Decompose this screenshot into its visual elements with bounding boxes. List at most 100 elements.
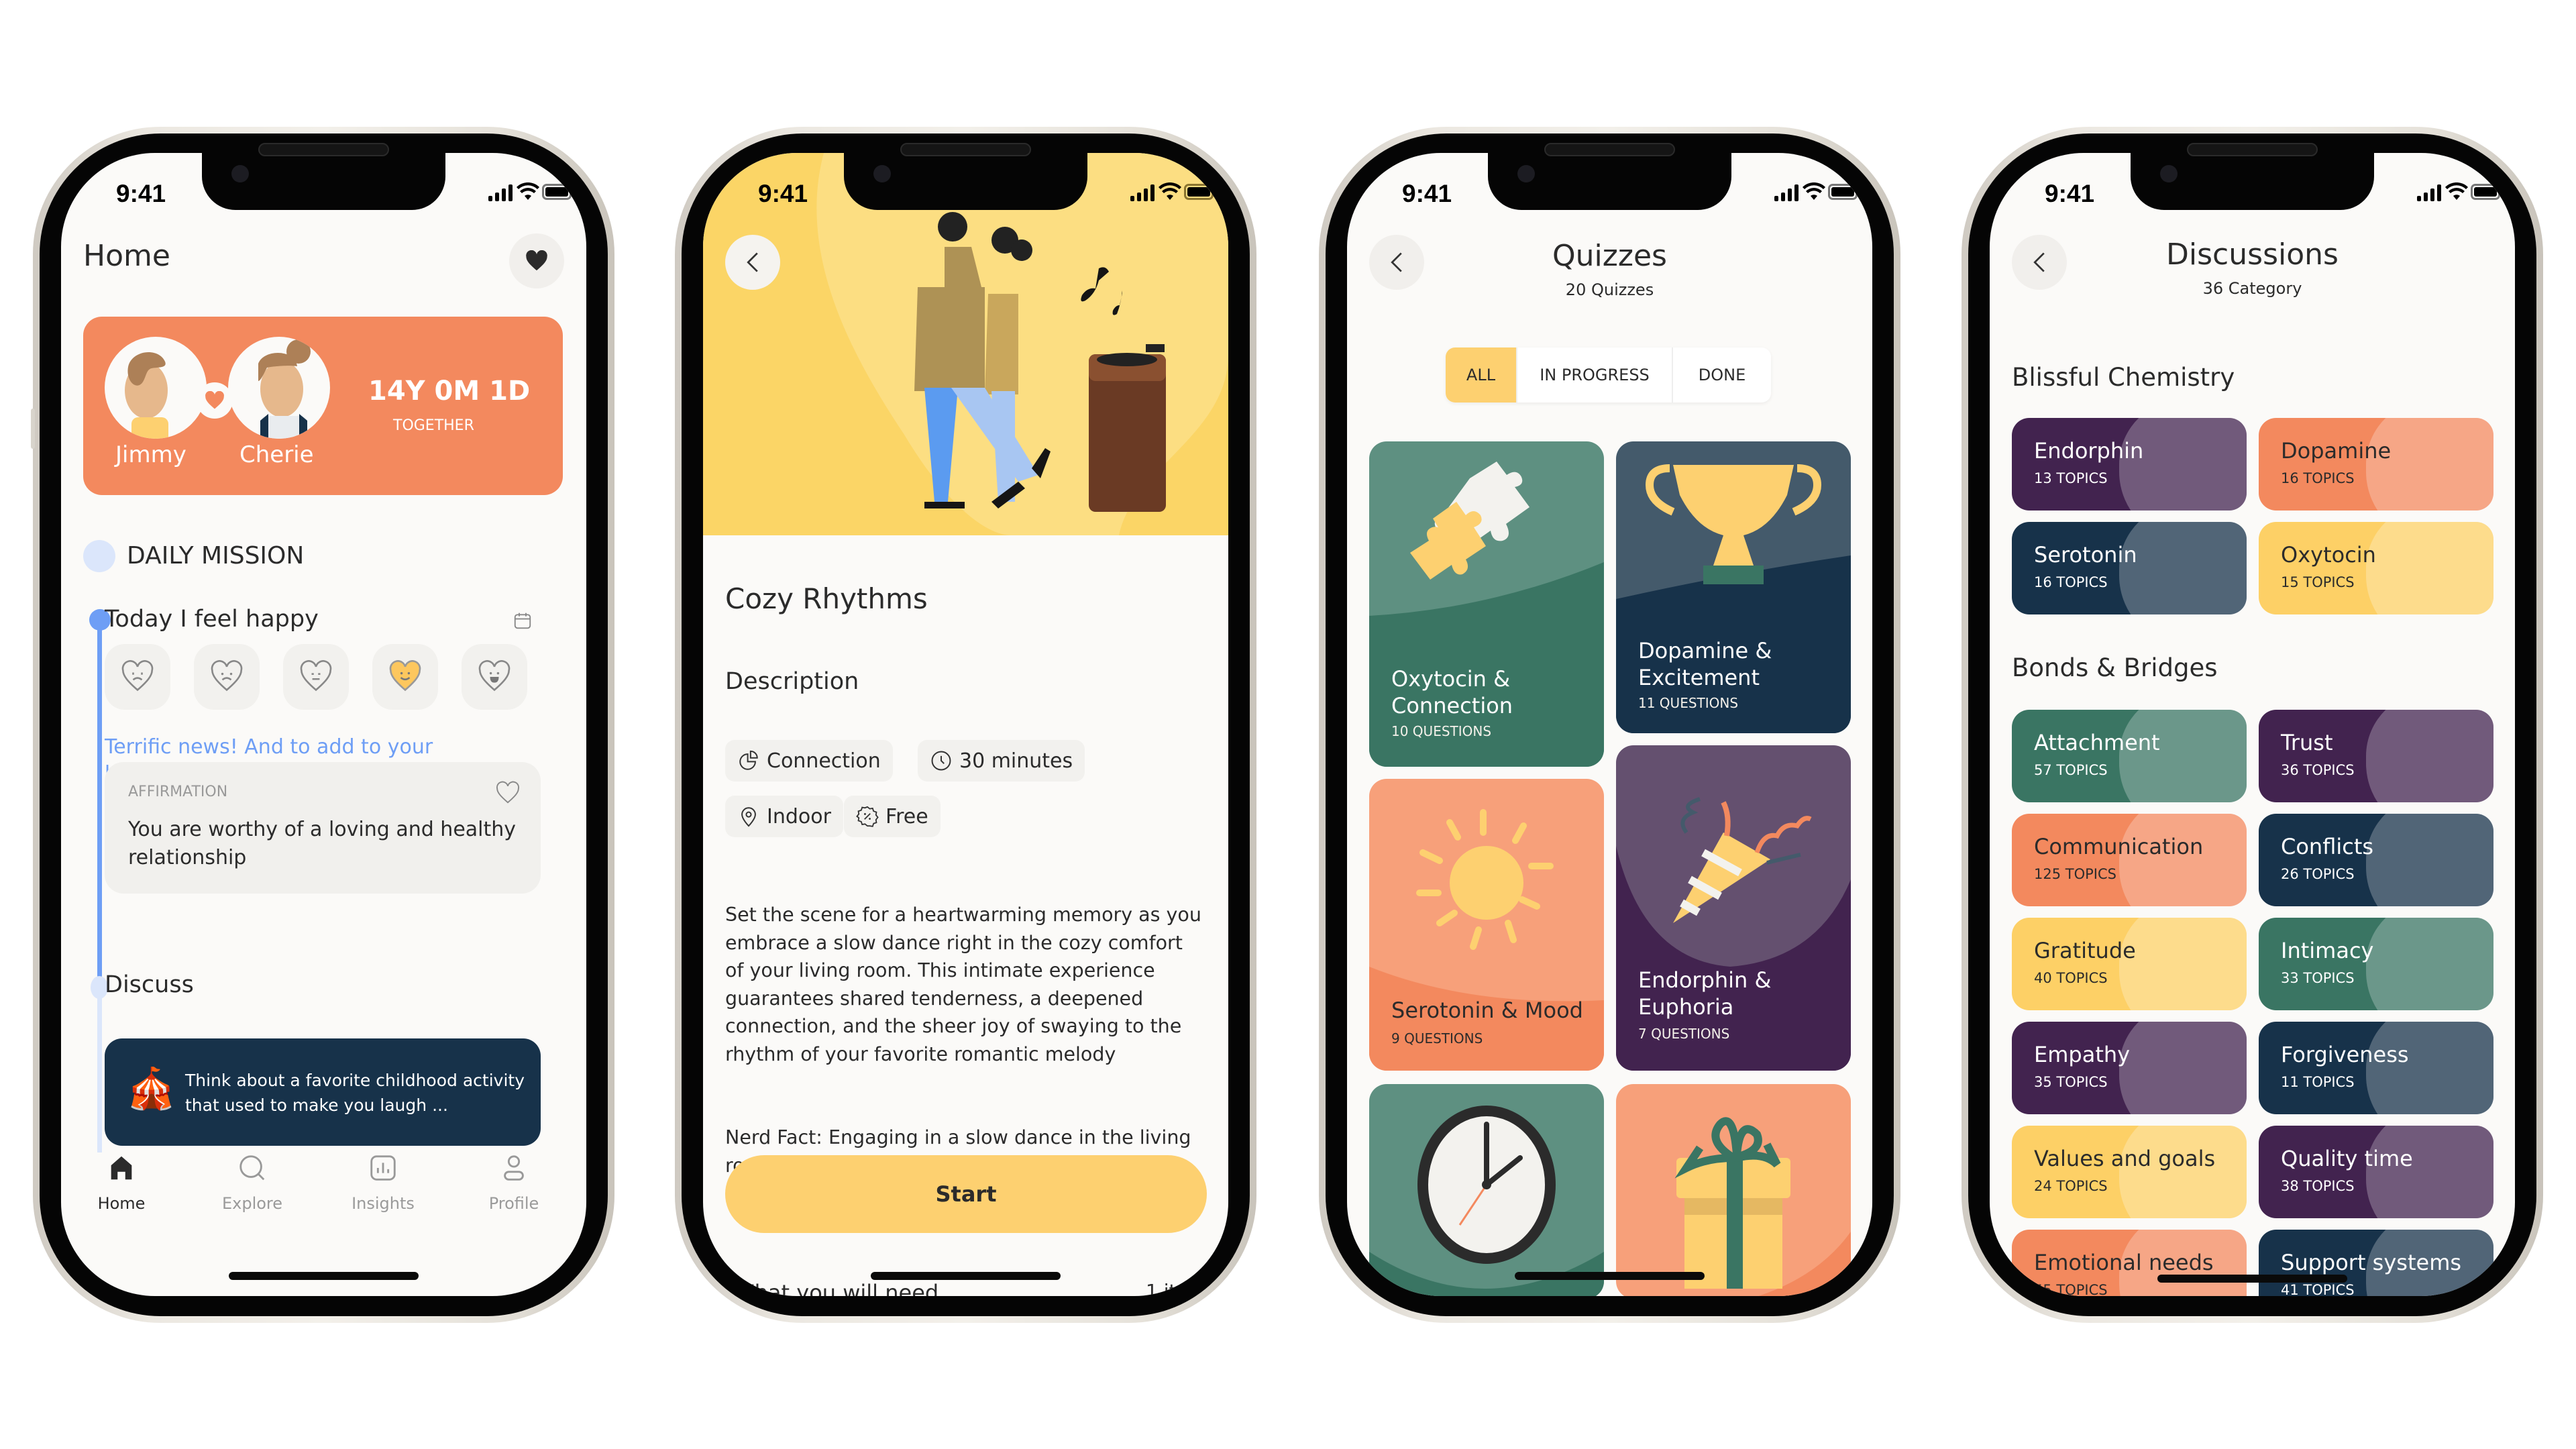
- mood-title: Today I feel happy: [105, 606, 319, 633]
- calendar-icon[interactable]: [513, 610, 533, 631]
- status-time: 9:41: [1402, 180, 1452, 207]
- very-happy-heart-icon: [478, 660, 511, 692]
- chip-location: Indoor: [725, 796, 843, 837]
- category-card[interactable]: Support systems 41 TOPICS: [2259, 1230, 2493, 1296]
- circus-tent-icon: 🎪: [126, 1065, 176, 1112]
- timeline-line: [97, 616, 102, 978]
- card-decoration: [2119, 814, 2247, 906]
- quiz-card[interactable]: Endorphin & Euphoria 7 QUESTIONS: [1616, 745, 1851, 1071]
- category-card[interactable]: Values and goals 24 TOPICS: [2012, 1126, 2247, 1218]
- category-name: Communication: [2034, 834, 2204, 859]
- tab-explore[interactable]: Explore: [199, 1152, 306, 1213]
- category-card[interactable]: Empathy 35 TOPICS: [2012, 1022, 2247, 1114]
- heart-icon: [205, 391, 224, 409]
- tab-insights[interactable]: Insights: [329, 1152, 437, 1213]
- together-duration: 14Y 0M 1D: [368, 376, 531, 407]
- couple-card[interactable]: Jimmy Cherie 14Y 0M 1D TOGETHER: [83, 317, 563, 495]
- affirmation-text: You are worthy of a loving and healthy r…: [128, 818, 517, 869]
- timeline-line-inactive: [97, 978, 102, 1152]
- status-time: 9:41: [116, 180, 166, 207]
- quiz-card[interactable]: [1616, 1084, 1851, 1296]
- category-card[interactable]: Quality time 38 TOPICS: [2259, 1126, 2493, 1218]
- category-card[interactable]: Communication 125 TOPICS: [2012, 814, 2247, 906]
- category-card[interactable]: Oxytocin 15 TOPICS: [2259, 522, 2493, 614]
- category-name: Gratitude: [2034, 938, 2136, 963]
- chip-category: Connection: [725, 740, 893, 782]
- quiz-card[interactable]: Oxytocin & Connection 10 QUESTIONS: [1369, 441, 1604, 767]
- together-label: TOGETHER: [393, 417, 474, 434]
- battery-icon: [542, 184, 572, 200]
- quiz-card[interactable]: Dopamine & Excitement 11 QUESTIONS: [1616, 441, 1851, 733]
- category-card[interactable]: Intimacy 33 TOPICS: [2259, 918, 2493, 1010]
- mood-very-sad[interactable]: [105, 644, 170, 710]
- page-title: Quizzes: [1552, 239, 1667, 273]
- page-title: Home: [83, 239, 170, 273]
- signal-icon: [2417, 184, 2441, 201]
- category-topic-count: 33 TOPICS: [2281, 970, 2355, 986]
- home-indicator: [229, 1272, 419, 1280]
- category-card[interactable]: Emotional needs 55 TOPICS: [2012, 1230, 2247, 1296]
- quiz-card[interactable]: Serotonin & Mood 9 QUESTIONS: [1369, 779, 1604, 1071]
- battery-icon: [1828, 184, 1858, 200]
- category-card[interactable]: Serotonin 16 TOPICS: [2012, 522, 2247, 614]
- filter-all[interactable]: ALL: [1446, 347, 1517, 402]
- phone-quizzes: 9:41 Quizzes 20 Quizzes ALL IN PROGRESS …: [1319, 127, 1900, 1323]
- category-topic-count: 15 TOPICS: [2281, 574, 2355, 590]
- category-name: Endorphin: [2034, 438, 2144, 464]
- start-button[interactable]: Start: [725, 1155, 1207, 1233]
- category-topic-count: 26 TOPICS: [2281, 866, 2355, 882]
- signal-icon: [1774, 184, 1799, 201]
- category-card[interactable]: Gratitude 40 TOPICS: [2012, 918, 2247, 1010]
- card-decoration: [2366, 710, 2493, 802]
- card-decoration: [2366, 1022, 2493, 1114]
- page-subtitle: 20 Quizzes: [1565, 280, 1654, 299]
- description-label: Description: [725, 668, 859, 695]
- category-name: Values and goals: [2034, 1146, 2216, 1171]
- discuss-title: Discuss: [105, 971, 194, 998]
- discount-badge-icon: [856, 806, 879, 827]
- battery-icon: [1184, 184, 1214, 200]
- card-decoration: [2366, 1126, 2493, 1218]
- discuss-card[interactable]: 🎪 Think about a favorite childhood activ…: [105, 1038, 541, 1146]
- location-pin-icon: [741, 807, 756, 827]
- tab-profile[interactable]: Profile: [460, 1152, 568, 1213]
- tab-home[interactable]: Home: [68, 1152, 175, 1213]
- filter-in-progress[interactable]: IN PROGRESS: [1517, 347, 1673, 402]
- mission-dot: [83, 540, 115, 572]
- category-card[interactable]: Forgiveness 11 TOPICS: [2259, 1022, 2493, 1114]
- category-name: Quality time: [2281, 1146, 2413, 1171]
- heart-outline-icon[interactable]: [495, 781, 521, 805]
- section-title: Bonds & Bridges: [2012, 653, 2218, 682]
- category-card[interactable]: Conflicts 26 TOPICS: [2259, 814, 2493, 906]
- mood-sad[interactable]: [194, 644, 260, 710]
- card-decoration: [2119, 1126, 2247, 1218]
- filter-done[interactable]: DONE: [1673, 347, 1771, 402]
- chart-icon: [370, 1155, 396, 1181]
- search-icon: [239, 1155, 265, 1181]
- card-decoration: [2366, 522, 2493, 614]
- chevron-left-icon: [747, 252, 758, 272]
- category-card[interactable]: Trust 36 TOPICS: [2259, 710, 2493, 802]
- back-button[interactable]: [725, 235, 780, 290]
- mood-happy-selected[interactable]: [372, 644, 438, 710]
- heart-icon: [526, 250, 547, 271]
- category-topic-count: 35 TOPICS: [2034, 1074, 2108, 1090]
- phone-activity: 9:41 Cozy Rhythms Description Connection…: [675, 127, 1256, 1323]
- category-card[interactable]: Endorphin 13 TOPICS: [2012, 418, 2247, 511]
- wifi-icon: [1159, 182, 1181, 200]
- sad-heart-icon: [211, 660, 243, 692]
- category-card[interactable]: Dopamine 16 TOPICS: [2259, 418, 2493, 511]
- tab-bar: Home Explore Insights Profile: [61, 1152, 586, 1246]
- happy-heart-icon: [389, 660, 421, 692]
- party-popper-icon: [1673, 797, 1812, 923]
- category-card[interactable]: Attachment 57 TOPICS: [2012, 710, 2247, 802]
- mood-very-happy[interactable]: [462, 644, 527, 710]
- affirmation-card[interactable]: AFFIRMATION You are worthy of a loving a…: [105, 762, 541, 894]
- mood-neutral[interactable]: [283, 644, 349, 710]
- page-subtitle: 36 Category: [2202, 279, 2302, 298]
- quizzes-screen: 9:41 Quizzes 20 Quizzes ALL IN PROGRESS …: [1347, 153, 1872, 1296]
- home-indicator: [1515, 1272, 1705, 1280]
- quiz-card[interactable]: [1369, 1084, 1604, 1296]
- favorites-button[interactable]: [509, 233, 564, 288]
- status-time: 9:41: [758, 180, 808, 207]
